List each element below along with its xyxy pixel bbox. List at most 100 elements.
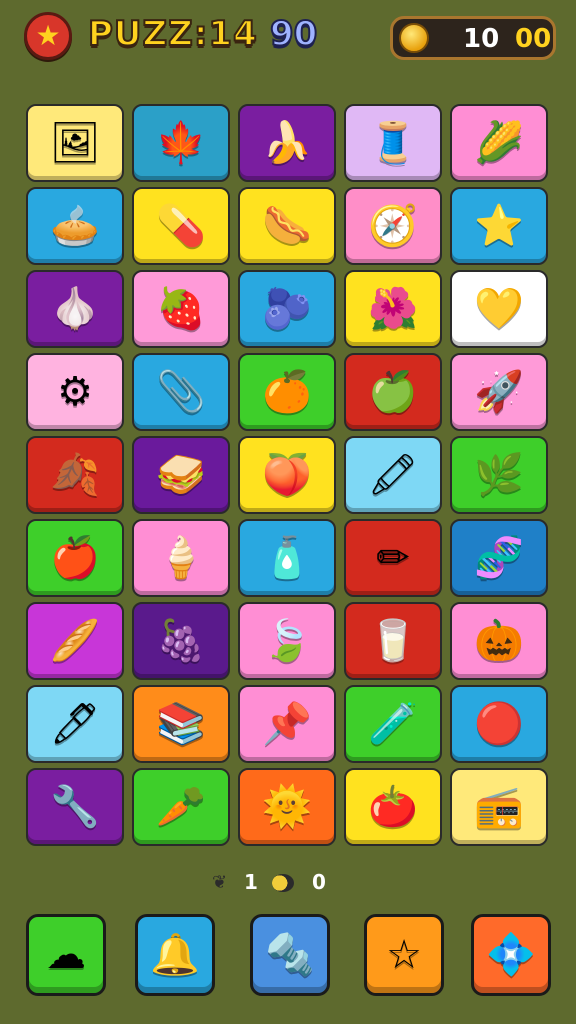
powerup-button[interactable]: ☁ — [26, 914, 106, 996]
whistle-icon: 🔔 — [150, 932, 200, 978]
grid-tile[interactable]: 🧪 — [344, 685, 442, 763]
grid-tile[interactable]: 🖊 — [26, 685, 124, 763]
grid-tile[interactable]: 🍦 — [132, 519, 230, 597]
grid-tile[interactable]: 🧭 — [344, 187, 442, 265]
corn-icon: 🌽 — [474, 120, 524, 166]
molecule-icon: 🧬 — [474, 535, 524, 581]
status-count-right: 0 — [312, 870, 326, 894]
grid-tile[interactable]: 🍑 — [238, 436, 336, 514]
grid-tile[interactable]: 🥛 — [344, 602, 442, 680]
grid-tile[interactable]: 🌭 — [238, 187, 336, 265]
plum-icon: 🍇 — [156, 618, 206, 664]
grid-tile[interactable]: 🍃 — [238, 602, 336, 680]
heart-icon: 💛 — [474, 286, 524, 332]
grid-tile[interactable]: 🌽 — [450, 104, 548, 182]
grid-tile[interactable]: 🔧 — [26, 768, 124, 846]
apple-icon: 🍏 — [368, 369, 418, 415]
grid-tile[interactable]: 🥧 — [26, 187, 124, 265]
grid-tile[interactable]: 📚 — [132, 685, 230, 763]
grid-tile[interactable]: 🚀 — [450, 353, 548, 431]
grid-tile[interactable]: 🌿 — [450, 436, 548, 514]
puzzle-grid: 🖼 🍁 🍌 🧵 🌽 🥧 💊 🌭 🧭 ⭐ 🧄 🍓 🫐 🌺 💛 ⚙ 📎 🍊 🍏 🚀 🍂 🥪 🍑 🖍 🌿 🍎 🍦 🧴 ✏ 🧬 🥖 🍇 🍃 🥛 🎃 🖊 📚 📌 🧪 🔴… — [26, 104, 550, 864]
sun-icon: 🌞 — [262, 784, 312, 830]
grid-tile[interactable]: 🍎 — [26, 519, 124, 597]
grid-tile[interactable]: ⭐ — [450, 187, 548, 265]
herb-icon: 🌿 — [474, 452, 524, 498]
pie-icon: 🥧 — [50, 203, 100, 249]
grid-tile[interactable]: ⚙ — [26, 353, 124, 431]
tube-icon: 🧴 — [262, 535, 312, 581]
diamond-icon: 💠 — [486, 932, 536, 978]
stapler-icon: 📎 — [156, 369, 206, 415]
grid-tile[interactable]: ✏ — [344, 519, 442, 597]
sausage-icon: 🌭 — [262, 203, 312, 249]
book-stack-icon: 📚 — [156, 701, 206, 747]
progress-dot-icon — [272, 874, 294, 892]
grid-tile[interactable]: 💛 — [450, 270, 548, 348]
powerup-button[interactable]: 🔔 — [135, 914, 215, 996]
grid-tile[interactable]: 🥕 — [132, 768, 230, 846]
grid-tile[interactable]: 🍊 — [238, 353, 336, 431]
green-leaf-icon: 🍃 — [262, 618, 312, 664]
status-bar: ❦ 1 0 — [0, 868, 576, 900]
radio-icon: 📻 — [474, 784, 524, 830]
status-count-left: 1 — [244, 870, 258, 894]
top-bar: ★ PUZZ:14 90 10 00 — [0, 0, 576, 80]
wrench-icon: 🔧 — [50, 784, 100, 830]
powerup-button[interactable]: ☆ — [364, 914, 444, 996]
grid-tile[interactable]: 🖍 — [344, 436, 442, 514]
chalk-icon: 🖍 — [367, 452, 419, 498]
cotton-icon: ☁ — [46, 932, 86, 978]
rolling-pin-icon: 🧵 — [368, 120, 418, 166]
grid-tile[interactable]: 🔴 — [450, 685, 548, 763]
leaf-small-icon: ❦ — [212, 872, 228, 893]
pencil-icon: ✏ — [376, 535, 410, 581]
grid-tile[interactable]: 💊 — [132, 187, 230, 265]
garlic-icon: 🧄 — [50, 286, 100, 332]
grid-tile[interactable]: 🌺 — [344, 270, 442, 348]
picture-frame-icon: 🖼 — [49, 120, 101, 166]
grid-tile[interactable]: 🧵 — [344, 104, 442, 182]
grid-tile[interactable]: 🧄 — [26, 270, 124, 348]
grid-tile[interactable]: 🧴 — [238, 519, 336, 597]
crayon-icon: 🖊 — [49, 701, 101, 747]
coin-count: 10 — [463, 24, 500, 54]
leaf-icon: 🍂 — [50, 452, 100, 498]
star-badge-icon[interactable]: ★ — [24, 12, 72, 60]
potion-icon: 🧪 — [368, 701, 418, 747]
grid-tile[interactable]: 🍌 — [238, 104, 336, 182]
grid-tile[interactable]: 🌞 — [238, 768, 336, 846]
capsule-icon: 💊 — [156, 203, 206, 249]
grid-tile[interactable]: 🎃 — [450, 602, 548, 680]
berry-plate-icon: 🍓 — [156, 286, 206, 332]
grid-tile[interactable]: 🍁 — [132, 104, 230, 182]
carrot-icon: 🥕 — [156, 784, 206, 830]
coin-icon — [399, 23, 429, 53]
red-leaf-icon: 🍁 — [156, 120, 206, 166]
grid-tile[interactable]: 🥪 — [132, 436, 230, 514]
grid-tile[interactable]: 🍏 — [344, 353, 442, 431]
grid-tile[interactable]: 📎 — [132, 353, 230, 431]
grid-tile[interactable]: 🥖 — [26, 602, 124, 680]
grid-tile[interactable]: 🍓 — [132, 270, 230, 348]
tomato-icon: 🍅 — [368, 784, 418, 830]
grid-tile[interactable]: 🫐 — [238, 270, 336, 348]
berries-branch-icon: 🫐 — [262, 286, 312, 332]
pin-icon: 📌 — [262, 701, 312, 747]
grid-tile[interactable]: 🖼 — [26, 104, 124, 182]
star-icon: ☆ — [386, 932, 422, 978]
grid-tile[interactable]: 🍇 — [132, 602, 230, 680]
grid-tile[interactable]: 📌 — [238, 685, 336, 763]
powerup-button[interactable]: 💠 — [471, 914, 551, 996]
grid-tile[interactable]: 🍂 — [26, 436, 124, 514]
gear-icon: ⚙ — [57, 369, 93, 415]
sun-burst-icon: 🔴 — [474, 701, 524, 747]
star-icon: ⭐ — [474, 203, 524, 249]
powerup-button[interactable]: 🔩 — [250, 914, 330, 996]
grid-tile[interactable]: 🍅 — [344, 768, 442, 846]
sandwich-icon: 🥪 — [156, 452, 206, 498]
grid-tile[interactable]: 🧬 — [450, 519, 548, 597]
compass-icon: 🧭 — [368, 203, 418, 249]
cone-icon: 🍦 — [156, 535, 206, 581]
grid-tile[interactable]: 📻 — [450, 768, 548, 846]
